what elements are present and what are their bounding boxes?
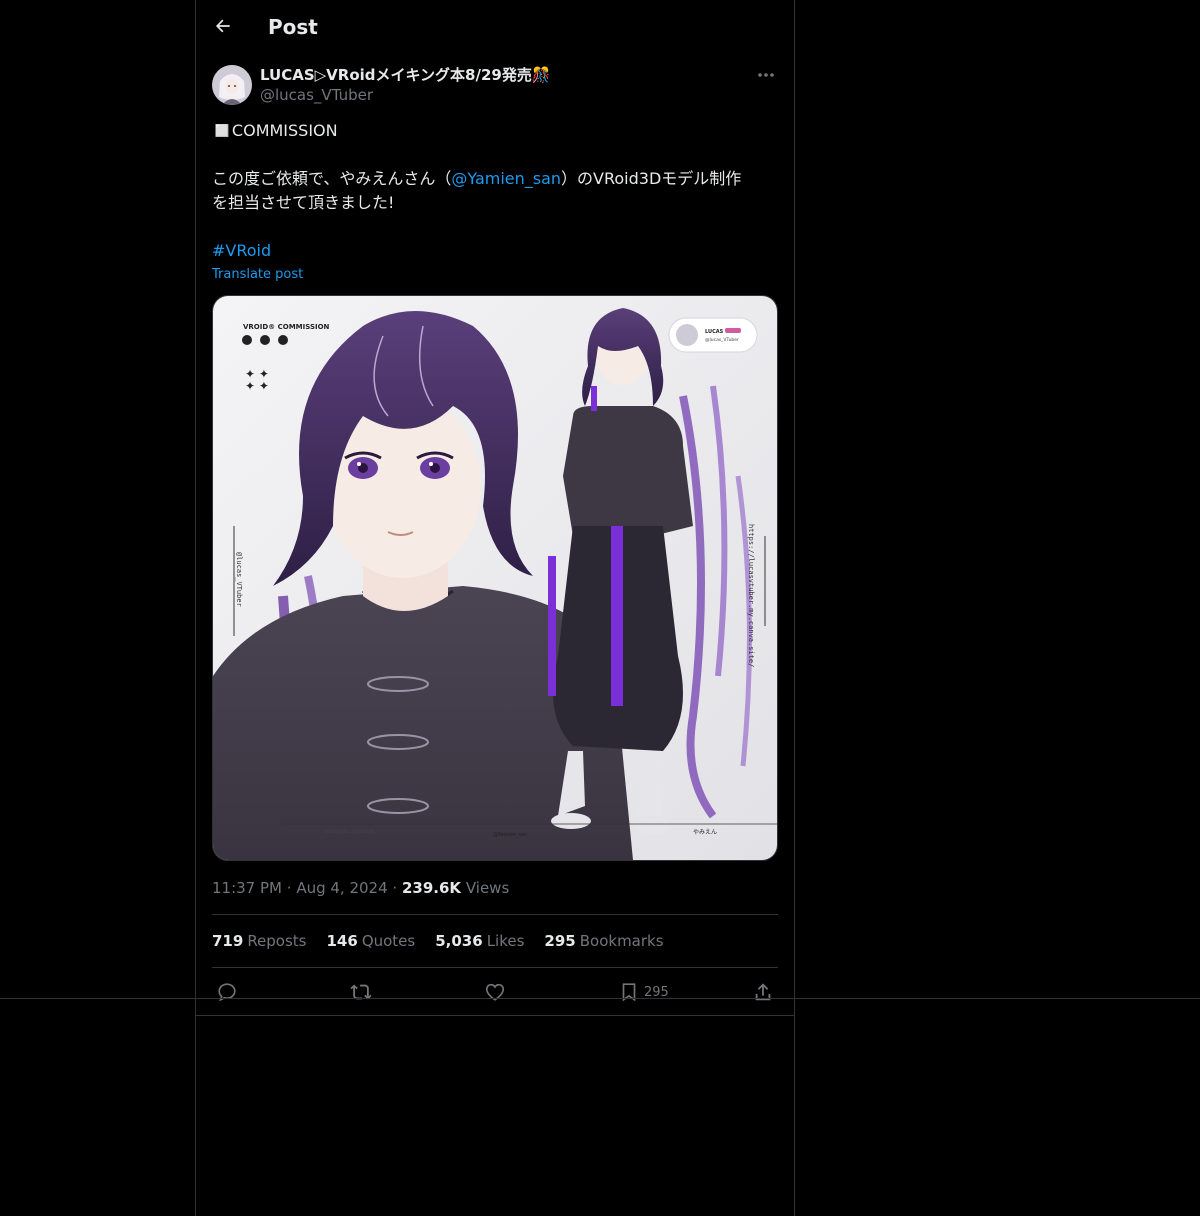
bookmark-icon	[622, 983, 636, 1002]
footer-client: @Yamien_san	[493, 832, 527, 838]
heart-icon	[485, 983, 505, 1001]
divider	[212, 967, 778, 968]
like-button[interactable]	[484, 980, 506, 1004]
avatar[interactable]	[212, 65, 252, 105]
main-column: Post LUCAS▷VRoidメイキング本8/29発売🎊 @lucas_VTu…	[195, 0, 795, 1216]
post-time[interactable]: 11:37 PM	[212, 879, 282, 897]
svg-text:✦ ✦: ✦ ✦	[245, 379, 269, 393]
share-button[interactable]	[752, 980, 774, 1004]
footer-url: sketchfab.com/lucas	[323, 829, 375, 835]
arrow-left-icon	[216, 19, 230, 33]
repost-button[interactable]	[350, 980, 372, 1004]
character-illustration: VROID® COMMISSION ✦ ✦ ✦ ✦ @lucas_VTuber …	[213, 296, 777, 860]
action-bar: 295	[212, 980, 778, 1004]
card-title: VROID® COMMISSION	[243, 323, 330, 331]
reply-button[interactable]	[216, 980, 238, 1004]
avatar-image	[212, 65, 252, 105]
repost-icon	[350, 984, 372, 1000]
post-line-2-text-end: ）のVRoid3Dモデル制作	[561, 169, 742, 188]
share-icon	[755, 983, 771, 1001]
back-button[interactable]	[210, 13, 236, 39]
mention-link[interactable]: @Yamien_san	[451, 169, 561, 188]
author-display-name[interactable]: LUCAS▷VRoidメイキング本8/29発売🎊	[260, 65, 551, 85]
post-date[interactable]: Aug 4, 2024	[296, 879, 387, 897]
page-title: Post	[268, 15, 318, 39]
views-count: 239.6K	[401, 879, 462, 897]
post-line-2: この度ご依頼で、やみえんさん（@Yamien_san）のVRoid3Dモデル制作	[212, 167, 778, 191]
bookmarks-stat[interactable]: 295 Bookmarks	[544, 931, 663, 951]
translate-post-link[interactable]: Translate post	[212, 266, 303, 284]
views-label: Views	[465, 879, 510, 897]
author-handle[interactable]: @lucas_VTuber	[260, 85, 373, 105]
post-line-2-text: この度ご依頼で、やみえんさん（	[212, 169, 452, 188]
footer-name: やみえん	[693, 828, 717, 836]
post-image[interactable]: VROID® COMMISSION ✦ ✦ ✦ ✦ @lucas_VTuber …	[212, 295, 778, 861]
horizontal-rule	[0, 998, 1200, 999]
post-author: LUCAS▷VRoidメイキング本8/29発売🎊 @lucas_VTuber	[212, 65, 778, 109]
quotes-stat[interactable]: 146 Quotes	[327, 931, 416, 951]
top-bar: Post	[196, 0, 794, 53]
column-divider	[195, 1015, 795, 1016]
likes-stat[interactable]: 5,036 Likes	[435, 931, 524, 951]
ellipsis-icon	[758, 73, 774, 77]
chip-handle: @lucas_VTuber	[705, 337, 739, 343]
divider	[212, 914, 778, 915]
watermark-handle: @lucas_VTuber	[235, 552, 243, 607]
meta-separator-2: ·	[392, 879, 398, 897]
post-line-3: を担当させて頂きました!	[212, 193, 395, 212]
reposts-stat[interactable]: 719 Reposts	[212, 931, 307, 951]
side-url: https://lucasvtuber.my.canva.site/	[747, 524, 755, 667]
more-options-button[interactable]	[754, 65, 778, 85]
post-line-1: ◻️COMMISSION	[212, 121, 338, 140]
reply-icon	[218, 983, 236, 1002]
post-text: ◻️COMMISSION この度ご依頼で、やみえんさん（@Yamien_san）…	[212, 119, 778, 263]
hashtag-link[interactable]: #VRoid	[212, 241, 271, 260]
post-meta: 11:37 PM · Aug 4, 2024 · 239.6K Views	[212, 878, 509, 898]
meta-separator: ·	[286, 879, 292, 897]
post-stats: 719 Reposts 146 Quotes 5,036 Likes 295 Bookm…	[212, 931, 664, 951]
bookmark-button[interactable]: 295	[618, 980, 669, 1004]
chip-name: LUCAS	[705, 329, 724, 335]
